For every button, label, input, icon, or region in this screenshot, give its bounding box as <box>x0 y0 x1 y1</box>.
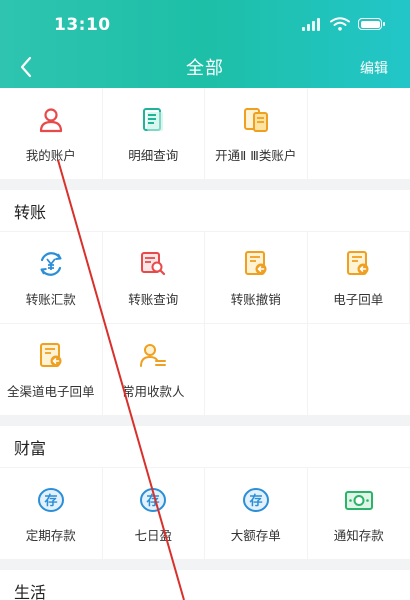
edit-button[interactable]: 编辑 <box>360 58 388 78</box>
transfer-query-item[interactable]: 转账查询 <box>102 232 205 324</box>
status-icons <box>302 17 385 31</box>
transfer-remit-item[interactable]: 转账汇款 <box>0 232 103 324</box>
signal-icon <box>302 17 322 31</box>
wealth-section-title: 财富 <box>0 426 410 468</box>
svg-text:存: 存 <box>147 493 160 509</box>
card-account-icon <box>239 103 273 137</box>
section-gap <box>0 180 410 190</box>
deposit-icon: 存 <box>239 483 273 517</box>
page-title: 全部 <box>186 58 224 79</box>
receipt-revoke-icon <box>239 247 273 281</box>
contact-icon <box>136 339 170 373</box>
transfer-grid: 转账汇款 转账查询 转账撤销 电子回单 全渠道电子回单 常用收款人 <box>0 232 410 416</box>
cash-icon <box>342 483 376 517</box>
search-document-icon <box>136 247 170 281</box>
seven-day-item[interactable]: 存 七日盈 <box>102 468 205 560</box>
section-gap <box>0 560 410 570</box>
time-deposit-item[interactable]: 存 定期存款 <box>0 468 103 560</box>
status-bar: 13:10 <box>0 0 410 46</box>
item-label: 常用收款人 <box>121 384 185 399</box>
life-section-title: 生活 <box>0 570 410 600</box>
my-account-item[interactable]: 我的账户 <box>0 88 103 180</box>
item-label: 明细查询 <box>128 148 179 163</box>
wealth-grid: 存 定期存款 存 七日盈 存 大额存单 通知存款 <box>0 468 410 560</box>
header: 13:10 全部 编辑 <box>0 0 410 88</box>
item-label: 转账查询 <box>128 292 179 307</box>
section-gap <box>0 416 410 426</box>
back-button[interactable] <box>14 54 38 80</box>
frequent-payee-item[interactable]: 常用收款人 <box>102 324 205 416</box>
all-channel-receipt-item[interactable]: 全渠道电子回单 <box>0 324 103 416</box>
deposit-icon: 存 <box>34 483 68 517</box>
transfer-section-title: 转账 <box>0 190 410 232</box>
svg-text:存: 存 <box>44 493 57 509</box>
battery-icon <box>358 18 385 30</box>
chevron-left-icon <box>20 56 32 78</box>
item-label: 电子回单 <box>333 292 384 307</box>
svg-text:存: 存 <box>249 493 262 509</box>
open-account-item[interactable]: 开通Ⅱ Ⅲ类账户 <box>205 88 308 180</box>
item-label: 七日盈 <box>134 528 172 543</box>
transfer-revoke-item[interactable]: 转账撤销 <box>205 232 308 324</box>
large-cd-item[interactable]: 存 大额存单 <box>205 468 308 560</box>
statement-query-item[interactable]: 明细查询 <box>102 88 205 180</box>
yuan-transfer-icon <box>34 247 68 281</box>
wifi-icon <box>330 17 350 31</box>
person-icon <box>34 103 68 137</box>
item-label: 定期存款 <box>25 528 76 543</box>
item-label: 我的账户 <box>25 148 76 163</box>
empty-cell <box>307 324 410 416</box>
item-label: 转账汇款 <box>25 292 76 307</box>
top-services-grid: 我的账户 明细查询 开通Ⅱ Ⅲ类账户 <box>0 88 410 180</box>
status-time: 13:10 <box>54 15 111 35</box>
item-label: 通知存款 <box>333 528 384 543</box>
notice-deposit-item[interactable]: 通知存款 <box>307 468 410 560</box>
item-label: 大额存单 <box>230 528 281 543</box>
empty-cell <box>307 88 410 180</box>
item-label: 转账撤销 <box>230 292 281 307</box>
deposit-icon: 存 <box>136 483 170 517</box>
empty-cell <box>205 324 308 416</box>
receipt-all-channels-icon <box>34 339 68 373</box>
e-receipt-item[interactable]: 电子回单 <box>307 232 410 324</box>
document-list-icon <box>136 103 170 137</box>
nav-bar: 全部 编辑 <box>0 46 410 88</box>
receipt-icon <box>341 247 375 281</box>
item-label: 全渠道电子回单 <box>6 384 95 399</box>
item-label: 开通Ⅱ Ⅲ类账户 <box>215 148 297 163</box>
